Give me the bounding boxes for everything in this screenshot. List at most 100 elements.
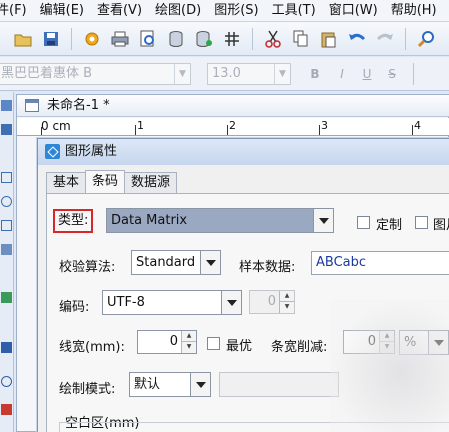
image-label: 图片	[433, 218, 449, 233]
document-icon	[25, 99, 39, 112]
line-width-value: 0	[169, 334, 178, 349]
open-folder-icon[interactable]	[12, 28, 34, 50]
menu-file[interactable]: 件(F)	[0, 0, 34, 21]
checksum-label: 校验算法:	[59, 260, 116, 275]
document-title-bar: 未命名-1 *	[17, 95, 449, 117]
properties-icon	[45, 144, 60, 159]
custom-checkbox[interactable]	[357, 216, 370, 229]
database-link-icon[interactable]	[193, 28, 215, 50]
spin-down-icon[interactable]: ▼	[181, 342, 196, 353]
format-toolbar: 黑巴巴着惠体 B ▼ 13.0 ▼ B I U S	[0, 57, 449, 91]
encoding-value: UTF-8	[107, 295, 145, 310]
tool-icon[interactable]	[1, 404, 12, 415]
menu-shape[interactable]: 图形(S)	[208, 0, 265, 21]
ruler-mark: 2	[229, 119, 236, 132]
settings-gear-icon[interactable]	[81, 28, 103, 50]
line-width-spinner[interactable]: 0 ▲ ▼	[137, 330, 197, 354]
toolbar-separator	[413, 63, 414, 85]
search-icon[interactable]	[415, 28, 437, 50]
tool-icon[interactable]	[1, 376, 12, 387]
chevron-down-icon: ▼	[174, 64, 190, 84]
custom-label: 定制	[376, 218, 403, 233]
draw-mode-label: 绘制模式:	[59, 382, 116, 397]
menu-bar: 件(F) 编辑(E) 查看(V) 绘图(D) 图形(S) 工具(T) 窗口(W)…	[0, 0, 449, 22]
checksum-select[interactable]: Standard	[131, 250, 221, 275]
ruler-tick	[412, 125, 413, 135]
font-family-select[interactable]: 黑巴巴着惠体 B ▼	[0, 63, 191, 85]
toolbar-separator	[405, 27, 406, 50]
optimal-label: 最优	[226, 339, 253, 354]
image-checkbox[interactable]	[415, 216, 428, 229]
chevron-down-icon	[190, 373, 210, 396]
menu-draw[interactable]: 绘图(D)	[149, 0, 208, 21]
toolbar-separator	[252, 27, 253, 50]
sample-data-label: 样本数据:	[239, 260, 296, 275]
encoding-number-value: 0	[267, 294, 276, 309]
menu-tools[interactable]: 工具(T)	[266, 0, 323, 21]
cut-icon[interactable]	[262, 28, 284, 50]
database-icon[interactable]	[165, 28, 187, 50]
line-width-label: 线宽(mm):	[59, 340, 125, 355]
tool-icon[interactable]	[1, 220, 12, 231]
menu-view[interactable]: 查看(V)	[91, 0, 149, 21]
ruler-mark: 4	[414, 119, 421, 132]
tool-icon[interactable]	[1, 172, 12, 183]
spin-down-icon: ▼	[279, 302, 294, 313]
strikethrough-button[interactable]: S	[383, 65, 401, 83]
encoding-select[interactable]: UTF-8	[102, 290, 242, 315]
ruler-tick	[227, 125, 228, 135]
chevron-down-icon	[313, 209, 333, 232]
draw-mode-value: 默认	[134, 377, 161, 392]
barcode-type-select[interactable]: Data Matrix	[106, 208, 334, 233]
type-label: 类型:	[53, 209, 94, 233]
tool-icon[interactable]	[1, 124, 12, 135]
tool-icon[interactable]	[1, 244, 12, 255]
font-size-value: 13.0	[212, 66, 241, 81]
tab-datasource[interactable]: 数据源	[124, 172, 178, 193]
dialog-tabs: 基本 条码 数据源	[46, 170, 178, 194]
undo-icon[interactable]	[346, 28, 368, 50]
draw-mode-extra-field	[219, 372, 339, 397]
save-icon[interactable]	[40, 28, 62, 50]
spin-up-icon: ▲	[279, 291, 294, 302]
underline-button[interactable]: U	[358, 65, 376, 83]
checksum-value: Standard	[136, 255, 196, 270]
print-preview-icon[interactable]	[137, 28, 159, 50]
print-icon[interactable]	[109, 28, 131, 50]
ruler-tick	[319, 125, 320, 135]
document-title: 未命名-1 *	[47, 98, 110, 113]
grid-icon[interactable]	[221, 28, 243, 50]
dialog-title: 图形属性	[65, 144, 118, 159]
tool-palette	[0, 92, 14, 432]
barcode-type-value: Data Matrix	[111, 213, 188, 228]
menu-window[interactable]: 窗口(W)	[323, 0, 385, 21]
bar-reduce-label: 条宽削减:	[271, 340, 328, 355]
tool-icon[interactable]	[1, 196, 12, 207]
redo-icon[interactable]	[374, 28, 396, 50]
encoding-number-spinner: 0 ▲ ▼	[249, 290, 295, 314]
tab-barcode[interactable]: 条码	[85, 170, 126, 193]
tool-icon[interactable]	[1, 342, 12, 353]
sample-data-field[interactable]: ABCabc	[311, 251, 449, 275]
encoding-label: 编码:	[59, 300, 90, 315]
ruler-tick	[41, 127, 42, 135]
blurred-watermark	[330, 300, 449, 432]
draw-mode-select[interactable]: 默认	[129, 372, 211, 397]
tool-icon[interactable]	[1, 100, 12, 111]
bold-button[interactable]: B	[306, 65, 324, 83]
spin-up-icon[interactable]: ▲	[181, 331, 196, 342]
dialog-title-bar: 图形属性	[38, 139, 449, 165]
optimal-checkbox[interactable]	[207, 337, 220, 350]
ruler-tick	[135, 125, 136, 135]
copy-icon[interactable]	[290, 28, 312, 50]
paste-icon[interactable]	[318, 28, 340, 50]
chevron-down-icon	[221, 291, 241, 314]
menu-edit[interactable]: 编辑(E)	[34, 0, 91, 21]
main-toolbar	[0, 22, 449, 56]
menu-help[interactable]: 帮助(H)	[385, 0, 444, 21]
italic-button[interactable]: I	[333, 65, 351, 83]
ruler-mark: 1	[137, 119, 144, 132]
font-size-select[interactable]: 13.0 ▼	[207, 63, 291, 85]
tab-basic[interactable]: 基本	[46, 172, 87, 193]
tool-icon[interactable]	[1, 292, 12, 303]
